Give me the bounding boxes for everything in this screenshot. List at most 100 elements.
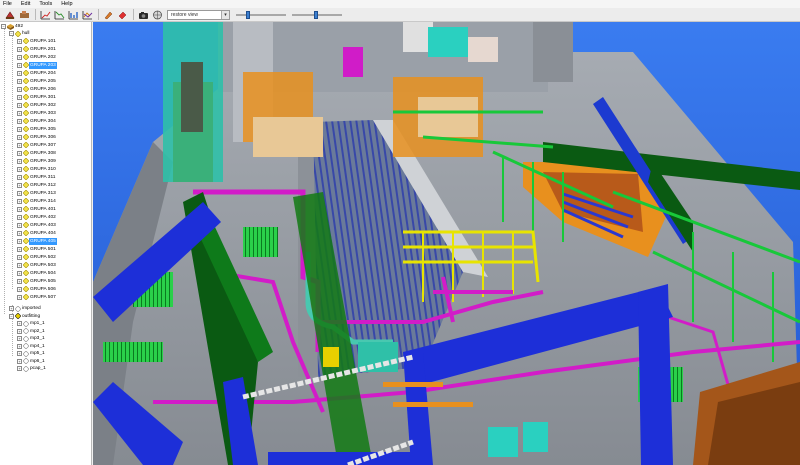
- collapse-icon[interactable]: −: [1, 24, 6, 30]
- menu-tools[interactable]: Tools: [39, 0, 52, 8]
- expand-icon[interactable]: +: [17, 62, 22, 68]
- tree-node-group[interactable]: + GRUPA 501: [17, 246, 57, 254]
- expand-icon[interactable]: +: [17, 230, 22, 236]
- menu-file[interactable]: File: [3, 0, 12, 8]
- tree-node-outfitting-item[interactable]: + mp2_1: [17, 328, 46, 336]
- tree-node-group[interactable]: + GRUPA 302: [17, 102, 57, 110]
- expand-icon[interactable]: +: [17, 38, 22, 44]
- expand-icon[interactable]: +: [17, 174, 22, 180]
- expand-icon[interactable]: +: [17, 166, 22, 172]
- model-view-icon[interactable]: [18, 9, 30, 20]
- expand-icon[interactable]: +: [17, 214, 22, 220]
- expand-icon[interactable]: +: [17, 222, 22, 228]
- expand-icon[interactable]: +: [17, 70, 22, 76]
- tree-node-outfitting-item[interactable]: + mp1_1: [17, 320, 46, 328]
- chart-compare-icon[interactable]: [81, 9, 93, 20]
- expand-icon[interactable]: +: [17, 206, 22, 212]
- tree-node-group[interactable]: + GRUPA 506: [17, 286, 57, 294]
- expand-icon[interactable]: +: [17, 343, 22, 349]
- tree-node-group[interactable]: + GRUPA 503: [17, 262, 57, 270]
- expand-icon[interactable]: +: [17, 254, 22, 260]
- tree-node-group[interactable]: + GRUPA 303: [17, 110, 57, 118]
- expand-icon[interactable]: +: [17, 358, 22, 364]
- expand-icon[interactable]: +: [17, 246, 22, 252]
- expand-icon[interactable]: +: [17, 78, 22, 84]
- expand-icon[interactable]: +: [17, 134, 22, 140]
- expand-icon[interactable]: +: [17, 118, 22, 124]
- expand-icon[interactable]: +: [17, 126, 22, 132]
- expand-icon[interactable]: +: [17, 182, 22, 188]
- expand-icon[interactable]: +: [17, 328, 22, 334]
- expand-icon[interactable]: +: [9, 306, 14, 312]
- chart-down-icon[interactable]: [53, 9, 65, 20]
- chart-split-icon[interactable]: [67, 9, 79, 20]
- expand-icon[interactable]: +: [17, 54, 22, 60]
- tree-node-group[interactable]: + GRUPA 311: [17, 174, 56, 182]
- expand-icon[interactable]: +: [17, 150, 22, 156]
- expand-icon[interactable]: +: [17, 321, 22, 327]
- tree-node-outfitting-item[interactable]: + pcap_1: [17, 365, 47, 373]
- expand-icon[interactable]: +: [17, 190, 22, 196]
- view-globe-icon[interactable]: [151, 9, 163, 20]
- collapse-icon[interactable]: −: [9, 313, 14, 319]
- tree-node-group[interactable]: + GRUPA 502: [17, 254, 57, 262]
- expand-icon[interactable]: +: [17, 158, 22, 164]
- tree-node-group[interactable]: + GRUPA 204: [17, 70, 57, 78]
- tree-node-group[interactable]: + GRUPA 206: [17, 86, 57, 94]
- eraser-icon[interactable]: [116, 9, 128, 20]
- tree-node-group[interactable]: + GRUPA 507: [17, 294, 57, 302]
- tree-node-group[interactable]: + GRUPA 301: [17, 94, 57, 102]
- expand-icon[interactable]: +: [17, 270, 22, 276]
- expand-icon[interactable]: +: [17, 366, 22, 372]
- tree-node-outfitting-item[interactable]: + mp3_1: [17, 335, 46, 343]
- tree-node-group[interactable]: + GRUPA 308: [17, 150, 57, 158]
- tree-node-group[interactable]: + GRUPA 405: [17, 237, 57, 245]
- collapse-icon[interactable]: −: [9, 31, 14, 37]
- tree-node-group[interactable]: + GRUPA 402: [17, 214, 57, 222]
- slider-thumb[interactable]: [246, 10, 251, 19]
- expand-icon[interactable]: +: [17, 86, 22, 92]
- tree-node-group[interactable]: + GRUPA 504: [17, 270, 57, 278]
- tree-node-outfitting-item[interactable]: + mp5_1: [17, 350, 46, 358]
- paint-icon[interactable]: [102, 9, 114, 20]
- expand-icon[interactable]: +: [17, 102, 22, 108]
- clip-slider[interactable]: [292, 10, 342, 20]
- expand-icon[interactable]: +: [17, 46, 22, 52]
- model-tree[interactable]: − 492 − hull + GRUPA 101 + GRUPA 201 + GRUPA …: [0, 22, 92, 465]
- expand-icon[interactable]: +: [17, 198, 22, 204]
- expand-icon[interactable]: +: [17, 142, 22, 148]
- tree-node-group[interactable]: + GRUPA 309: [17, 158, 57, 166]
- expand-icon[interactable]: +: [17, 336, 22, 342]
- tree-node-group[interactable]: + GRUPA 310: [17, 166, 57, 174]
- expand-icon[interactable]: +: [17, 286, 22, 292]
- tree-node-group[interactable]: + GRUPA 401: [17, 206, 57, 214]
- expand-icon[interactable]: +: [17, 94, 22, 100]
- expand-icon[interactable]: +: [17, 262, 22, 268]
- tree-node-group[interactable]: + GRUPA 314: [17, 198, 57, 206]
- zoom-fit-icon[interactable]: [4, 9, 16, 20]
- camera-icon[interactable]: [137, 9, 149, 20]
- menu-help[interactable]: Help: [61, 0, 72, 8]
- tree-node-group[interactable]: + GRUPA 312: [17, 182, 57, 190]
- tree-node-group[interactable]: + GRUPA 304: [17, 118, 57, 126]
- tree-node-group[interactable]: + GRUPA 305: [17, 126, 57, 134]
- tree-node-group[interactable]: + GRUPA 307: [17, 142, 57, 150]
- tree-node-group[interactable]: + GRUPA 202: [17, 54, 57, 62]
- tree-node-imported[interactable]: + imported: [9, 305, 42, 313]
- chart-up-icon[interactable]: [39, 9, 51, 20]
- tree-node-outfitting-item[interactable]: + mp6_1: [17, 358, 46, 366]
- menu-edit[interactable]: Edit: [21, 0, 30, 8]
- slider-thumb[interactable]: [314, 10, 319, 19]
- expand-icon[interactable]: +: [17, 294, 22, 300]
- tree-node-group[interactable]: + GRUPA 313: [17, 190, 57, 198]
- expand-icon[interactable]: +: [17, 351, 22, 357]
- expand-icon[interactable]: +: [17, 238, 22, 244]
- tree-node-outfitting-item[interactable]: + mp4_1: [17, 343, 46, 351]
- tree-node-outfitting[interactable]: − outfitting: [9, 313, 41, 321]
- tree-node-group[interactable]: + GRUPA 403: [17, 222, 57, 230]
- zoom-slider[interactable]: [236, 10, 286, 20]
- 3d-viewport[interactable]: [93, 22, 800, 465]
- tree-node-group[interactable]: + GRUPA 101: [17, 38, 57, 46]
- expand-icon[interactable]: +: [17, 278, 22, 284]
- tree-node-group[interactable]: + GRUPA 205: [17, 78, 57, 86]
